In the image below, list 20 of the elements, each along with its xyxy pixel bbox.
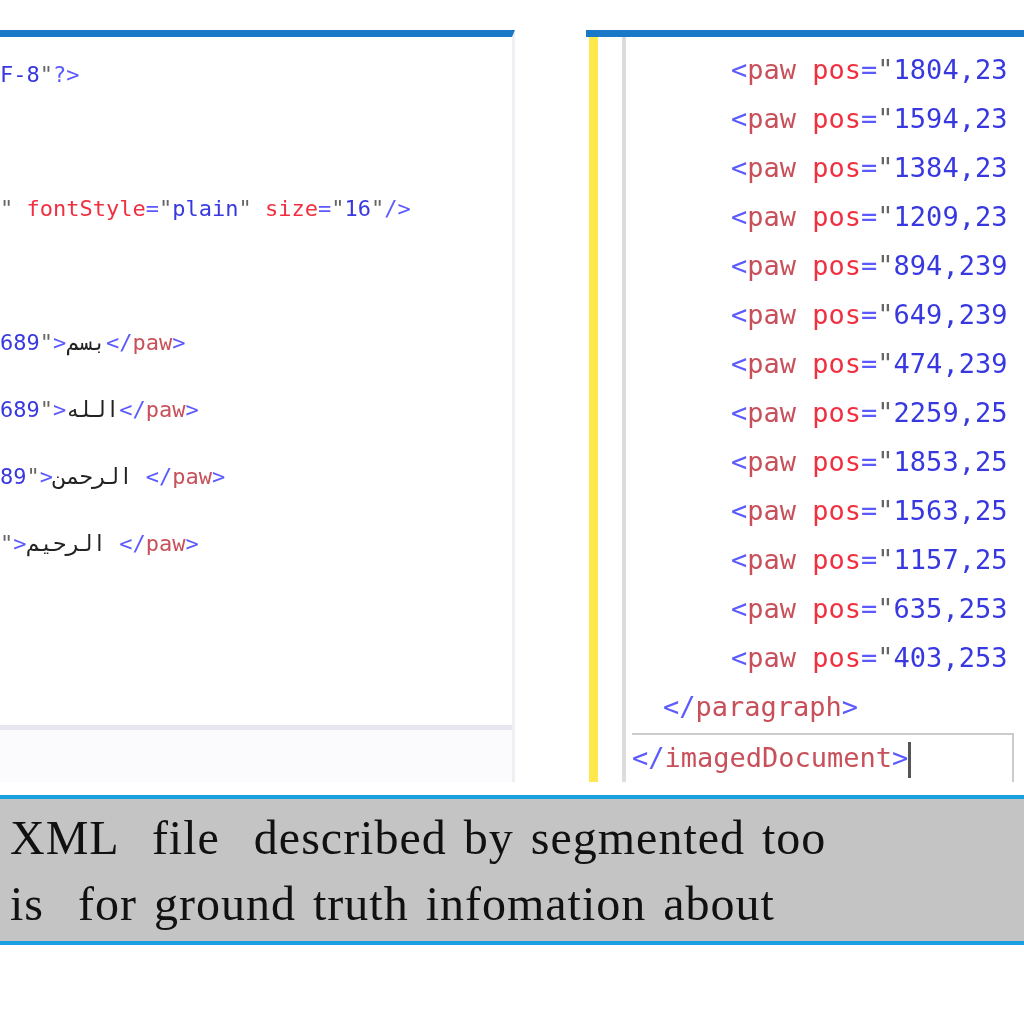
code-line: <paw pos="1594,23 <box>731 102 1008 136</box>
code-line: F-8"?> <box>0 61 81 89</box>
code-line: <paw pos="1853,25 <box>731 445 1008 479</box>
code-line: <paw pos="2259,25 <box>731 396 1008 430</box>
code-line: <paw pos="1384,23 <box>731 151 1008 185</box>
code-line: " fontStyle="plain" size="16"/> <box>0 195 412 223</box>
code-line: </paragraph> <box>663 690 859 724</box>
code-line: <paw pos="649,239 <box>731 298 1008 332</box>
caption-text: is for ground truth infomation about <box>10 876 775 932</box>
code-line: <paw pos="635,253 <box>731 592 1008 626</box>
code-line: <paw pos="403,253 <box>731 641 1008 675</box>
code-line: <paw pos="1157,25 <box>731 543 1008 577</box>
code-line: </imagedDocument> <box>632 733 1014 782</box>
code-line: <paw pos="1563,25 <box>731 494 1008 528</box>
code-line: <paw pos="1209,23 <box>731 200 1008 234</box>
code-line: <paw pos="894,239 <box>731 249 1008 283</box>
code-line: <paw pos="1804,23 <box>731 53 1008 87</box>
code-line: <paw pos="474,239 <box>731 347 1008 381</box>
caption-text: XML file described by segmented too <box>10 810 827 866</box>
text-caret <box>908 741 912 778</box>
